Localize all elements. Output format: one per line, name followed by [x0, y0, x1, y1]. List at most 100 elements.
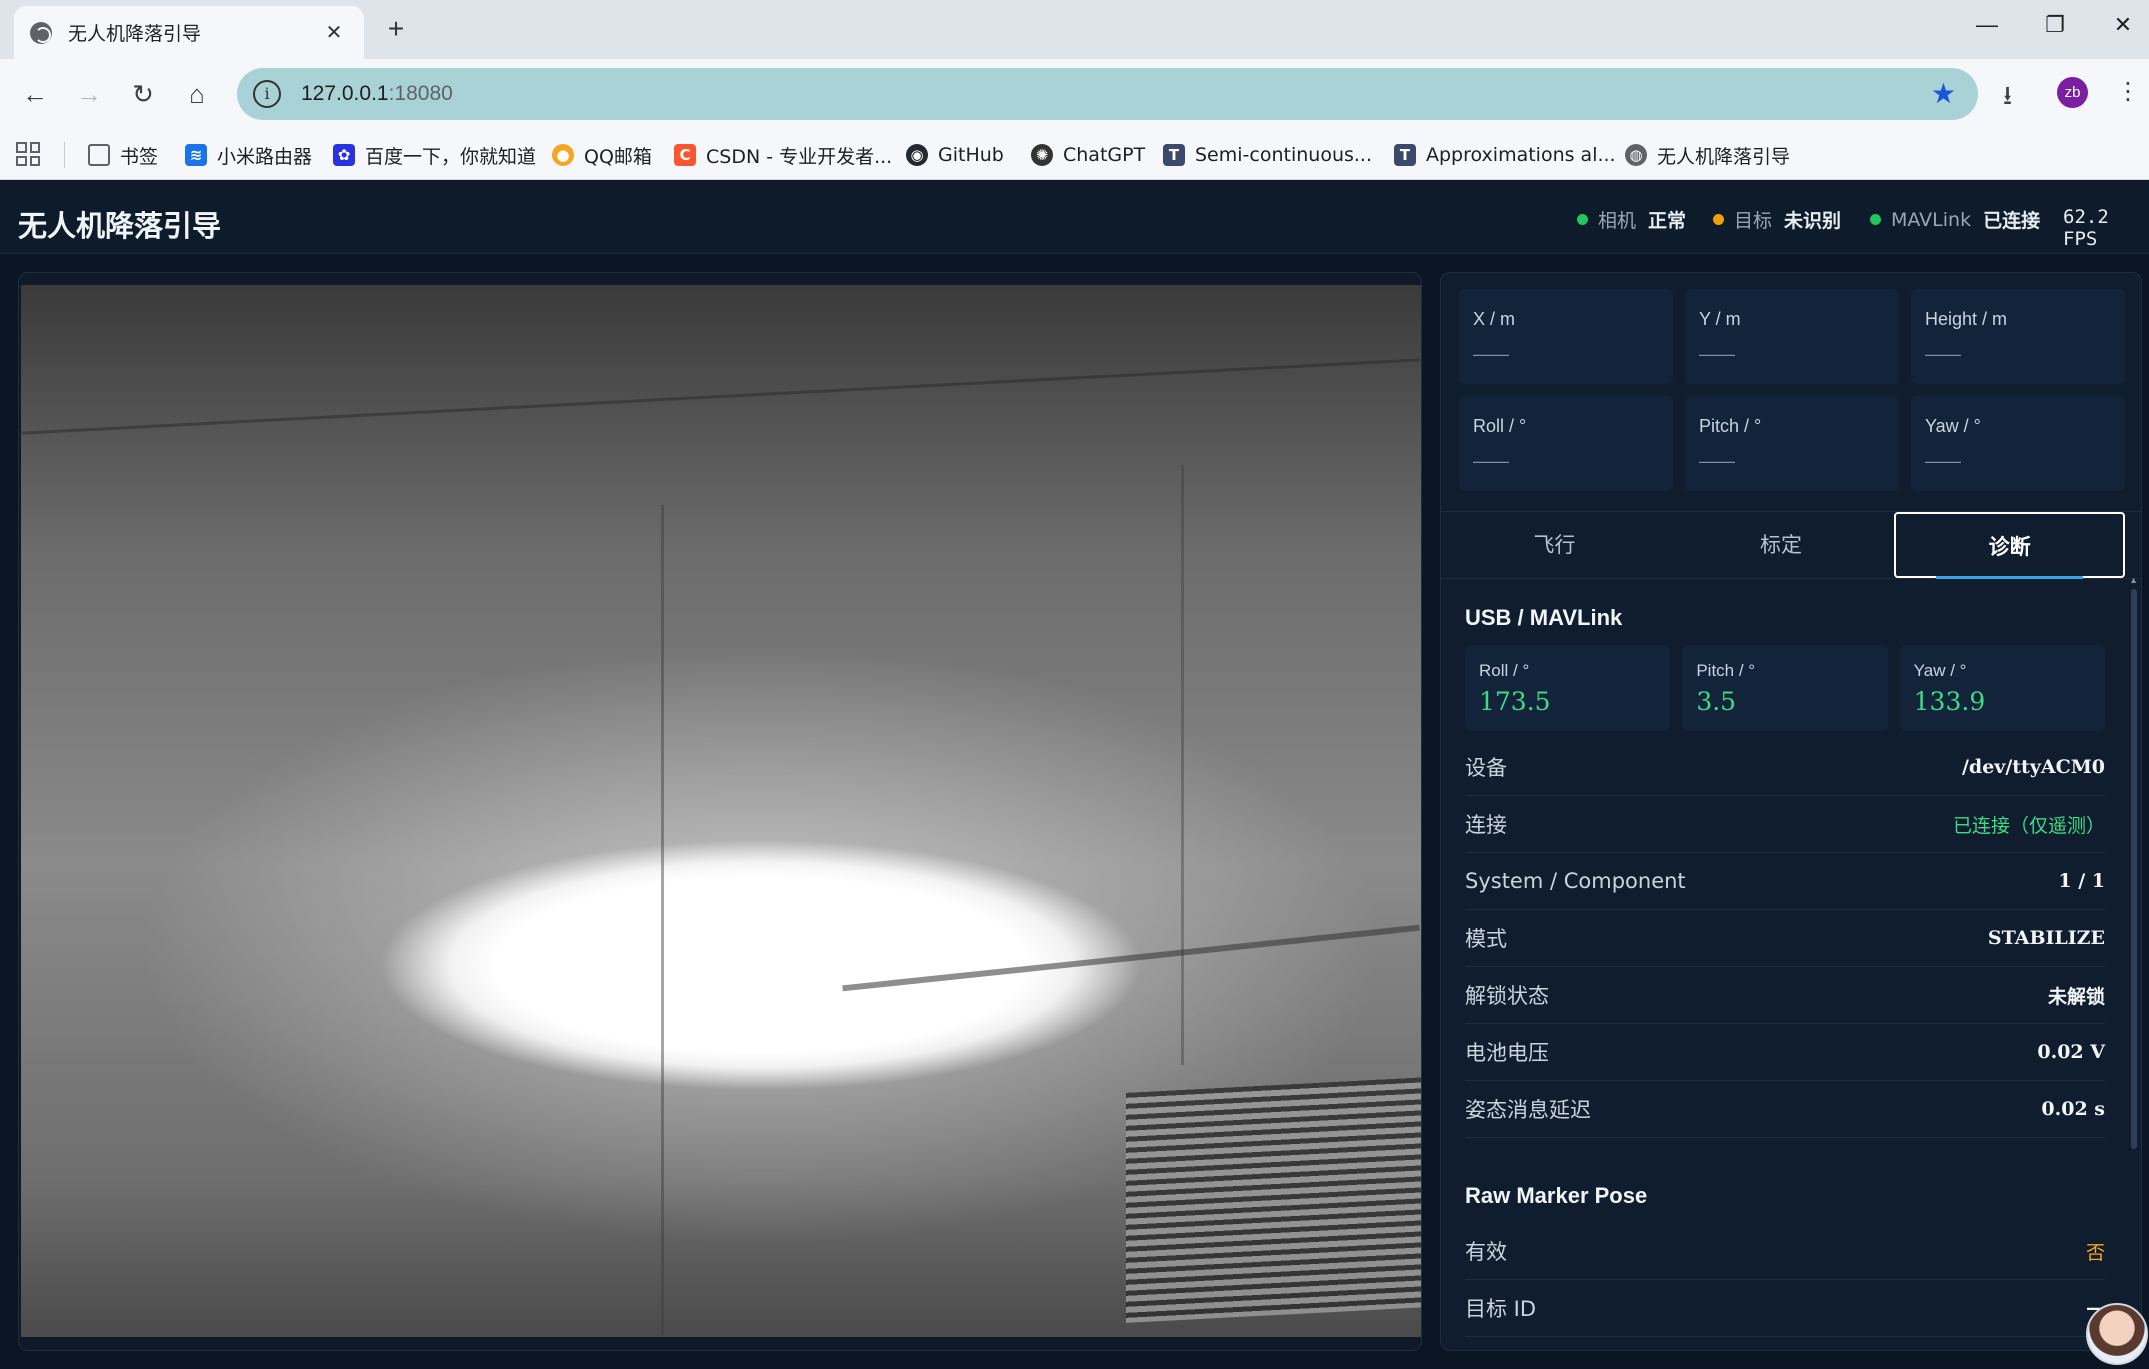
- pose-key: X / m: [1473, 309, 1516, 329]
- pose-card-height: Height / m ——: [1911, 289, 2125, 384]
- info-key: 目标 ID: [1465, 1297, 1537, 1321]
- menu-icon[interactable]: ⋮: [2116, 77, 2140, 106]
- pose-card-roll: Roll / ° ——: [1459, 396, 1673, 491]
- baidu-icon: ✿: [333, 144, 355, 166]
- url-host: 127.0.0.1: [301, 82, 389, 105]
- status-dot-icon: [1577, 214, 1588, 225]
- download-icon[interactable]: ⭳: [2003, 77, 2012, 121]
- app-header: 无人机降落引导 相机 正常 目标 未识别 MAVLink 已连接 62.2 FP…: [0, 181, 2149, 254]
- bookmark-label: 小米路由器: [217, 145, 313, 168]
- t-icon: T: [1394, 144, 1416, 166]
- pose-key: Yaw / °: [1925, 416, 1981, 436]
- reload-icon[interactable]: ↻: [126, 77, 160, 111]
- feed-detail: [1126, 1077, 1421, 1323]
- bookmark-label: ChatGPT: [1063, 144, 1146, 166]
- pose-card-x: X / m ——: [1459, 289, 1673, 384]
- t-icon: T: [1163, 144, 1185, 166]
- status-target: 目标 未识别: [1713, 206, 1841, 233]
- url-text[interactable]: 127.0.0.1:18080: [301, 82, 453, 106]
- status-dot-icon: [1713, 214, 1724, 225]
- bookmark-item[interactable]: ◍ 无人机降落引导: [1625, 141, 1790, 169]
- close-window-icon[interactable]: ✕: [2108, 12, 2138, 38]
- info-key: System / Component: [1465, 869, 1686, 893]
- address-bar[interactable]: i 127.0.0.1:18080 ★: [237, 68, 1978, 120]
- bookmark-item[interactable]: ◉ GitHub: [906, 141, 1004, 169]
- status-camera: 相机 正常: [1577, 206, 1686, 233]
- status-label: MAVLink: [1891, 208, 1972, 231]
- info-value: STABILIZE: [1987, 927, 2105, 949]
- info-value: 否: [2085, 1241, 2105, 1264]
- attitude-value: 3.5: [1696, 687, 1737, 716]
- wifi-icon: ≋: [185, 144, 207, 166]
- bookmark-label: 百度一下，你就知道: [365, 145, 537, 168]
- tab-flight[interactable]: 飞行: [1441, 512, 1668, 578]
- attitude-value: 133.9: [1913, 687, 1986, 716]
- info-key: 连接: [1465, 813, 1507, 837]
- info-row-valid: 有效 否: [1465, 1223, 2105, 1280]
- back-icon[interactable]: ←: [18, 77, 52, 111]
- pose-key: Pitch / °: [1699, 416, 1762, 436]
- camera-feed: [21, 285, 1421, 1337]
- browser-toolbar: ← → ↻ ⌂ i 127.0.0.1:18080 ★ ⭳ zb ⋮: [0, 59, 2149, 130]
- bookmark-item[interactable]: ● QQ邮箱: [552, 141, 652, 169]
- bookmark-item[interactable]: C CSDN - 专业开发者...: [674, 141, 892, 169]
- mode-tabs: 飞行 标定 诊断: [1441, 511, 2141, 579]
- pose-key: Roll / °: [1473, 416, 1527, 436]
- attitude-grid: Roll / ° 173.5 Pitch / ° 3.5 Yaw / ° 133.9: [1465, 645, 2105, 731]
- site-info-icon[interactable]: i: [253, 80, 281, 108]
- section-title-raw-marker: Raw Marker Pose: [1465, 1183, 1648, 1208]
- minimize-icon[interactable]: —: [1972, 12, 2002, 38]
- chatgpt-icon: ✺: [1031, 144, 1053, 166]
- tab-diagnostics[interactable]: 诊断: [1894, 512, 2126, 579]
- info-value: /dev/ttyACM0: [1961, 756, 2105, 778]
- bookmark-item[interactable]: 书签: [88, 141, 158, 169]
- bookmark-star-icon[interactable]: ★: [1931, 79, 1956, 109]
- apps-grid-icon[interactable]: [16, 142, 40, 166]
- info-row-target-id: 目标 ID —: [1465, 1280, 2105, 1337]
- bookmark-item[interactable]: ≋ 小米路由器: [185, 141, 312, 169]
- tab-calibration[interactable]: 标定: [1668, 512, 1895, 578]
- diagnostics-content: USB / MAVLink Roll / ° 173.5 Pitch / ° 3.5…: [1441, 583, 2141, 1350]
- pose-value: ——: [1925, 451, 1961, 471]
- restore-icon[interactable]: ❐: [2040, 12, 2070, 38]
- assistant-avatar[interactable]: [2086, 1303, 2148, 1365]
- bookmark-label: QQ邮箱: [584, 145, 652, 168]
- bookmark-label: CSDN - 专业开发者...: [706, 145, 893, 168]
- bookmark-item[interactable]: ✿ 百度一下，你就知道: [333, 141, 536, 169]
- browser-tab[interactable]: 无人机降落引导 ✕: [14, 6, 364, 59]
- pose-grid: X / m —— Y / m —— Height / m —— Roll / ° —— …: [1459, 289, 2125, 491]
- url-port: :18080: [388, 82, 453, 105]
- pose-key: Height / m: [1925, 309, 2008, 329]
- status-dot-icon: [1870, 214, 1881, 225]
- bookmark-label: GitHub: [938, 144, 1004, 166]
- feed-detail: [21, 358, 1421, 435]
- camera-view-panel: [18, 272, 1422, 1351]
- info-row-battery: 电池电压 0.02 V: [1465, 1024, 2105, 1081]
- feed-detail: [842, 924, 1420, 992]
- info-key: 解锁状态: [1465, 984, 1549, 1008]
- new-tab-button[interactable]: +: [381, 14, 411, 44]
- bookmark-label: 无人机降落引导: [1657, 145, 1791, 168]
- info-key: 姿态消息延迟: [1465, 1098, 1591, 1122]
- bookmark-item[interactable]: T Approximations al...: [1394, 141, 1616, 169]
- attitude-key: Pitch / °: [1696, 661, 1756, 680]
- info-key: 模式: [1465, 927, 1507, 951]
- bookmark-item[interactable]: T Semi-continuous...: [1163, 141, 1372, 169]
- attitude-card-roll: Roll / ° 173.5: [1465, 645, 1671, 731]
- profile-avatar[interactable]: zb: [2057, 77, 2088, 108]
- home-icon[interactable]: ⌂: [180, 77, 214, 111]
- bookmark-label: Semi-continuous...: [1195, 144, 1373, 166]
- status-label: 相机: [1598, 210, 1637, 232]
- bookmark-item[interactable]: ✺ ChatGPT: [1031, 141, 1145, 169]
- forward-icon[interactable]: →: [72, 77, 106, 111]
- pose-value: ——: [1473, 451, 1509, 471]
- pose-key: Y / m: [1699, 309, 1741, 329]
- pose-value: ——: [1925, 344, 1961, 364]
- github-icon: ◉: [906, 144, 928, 166]
- status-value: 未识别: [1784, 210, 1842, 232]
- qqmail-icon: ●: [552, 144, 574, 166]
- attitude-card-pitch: Pitch / ° 3.5: [1682, 645, 1888, 731]
- browser-tab-strip: 无人机降落引导 ✕ + — ❐ ✕: [0, 0, 2149, 59]
- info-key: 设备: [1465, 756, 1507, 780]
- close-tab-icon[interactable]: ✕: [320, 20, 348, 45]
